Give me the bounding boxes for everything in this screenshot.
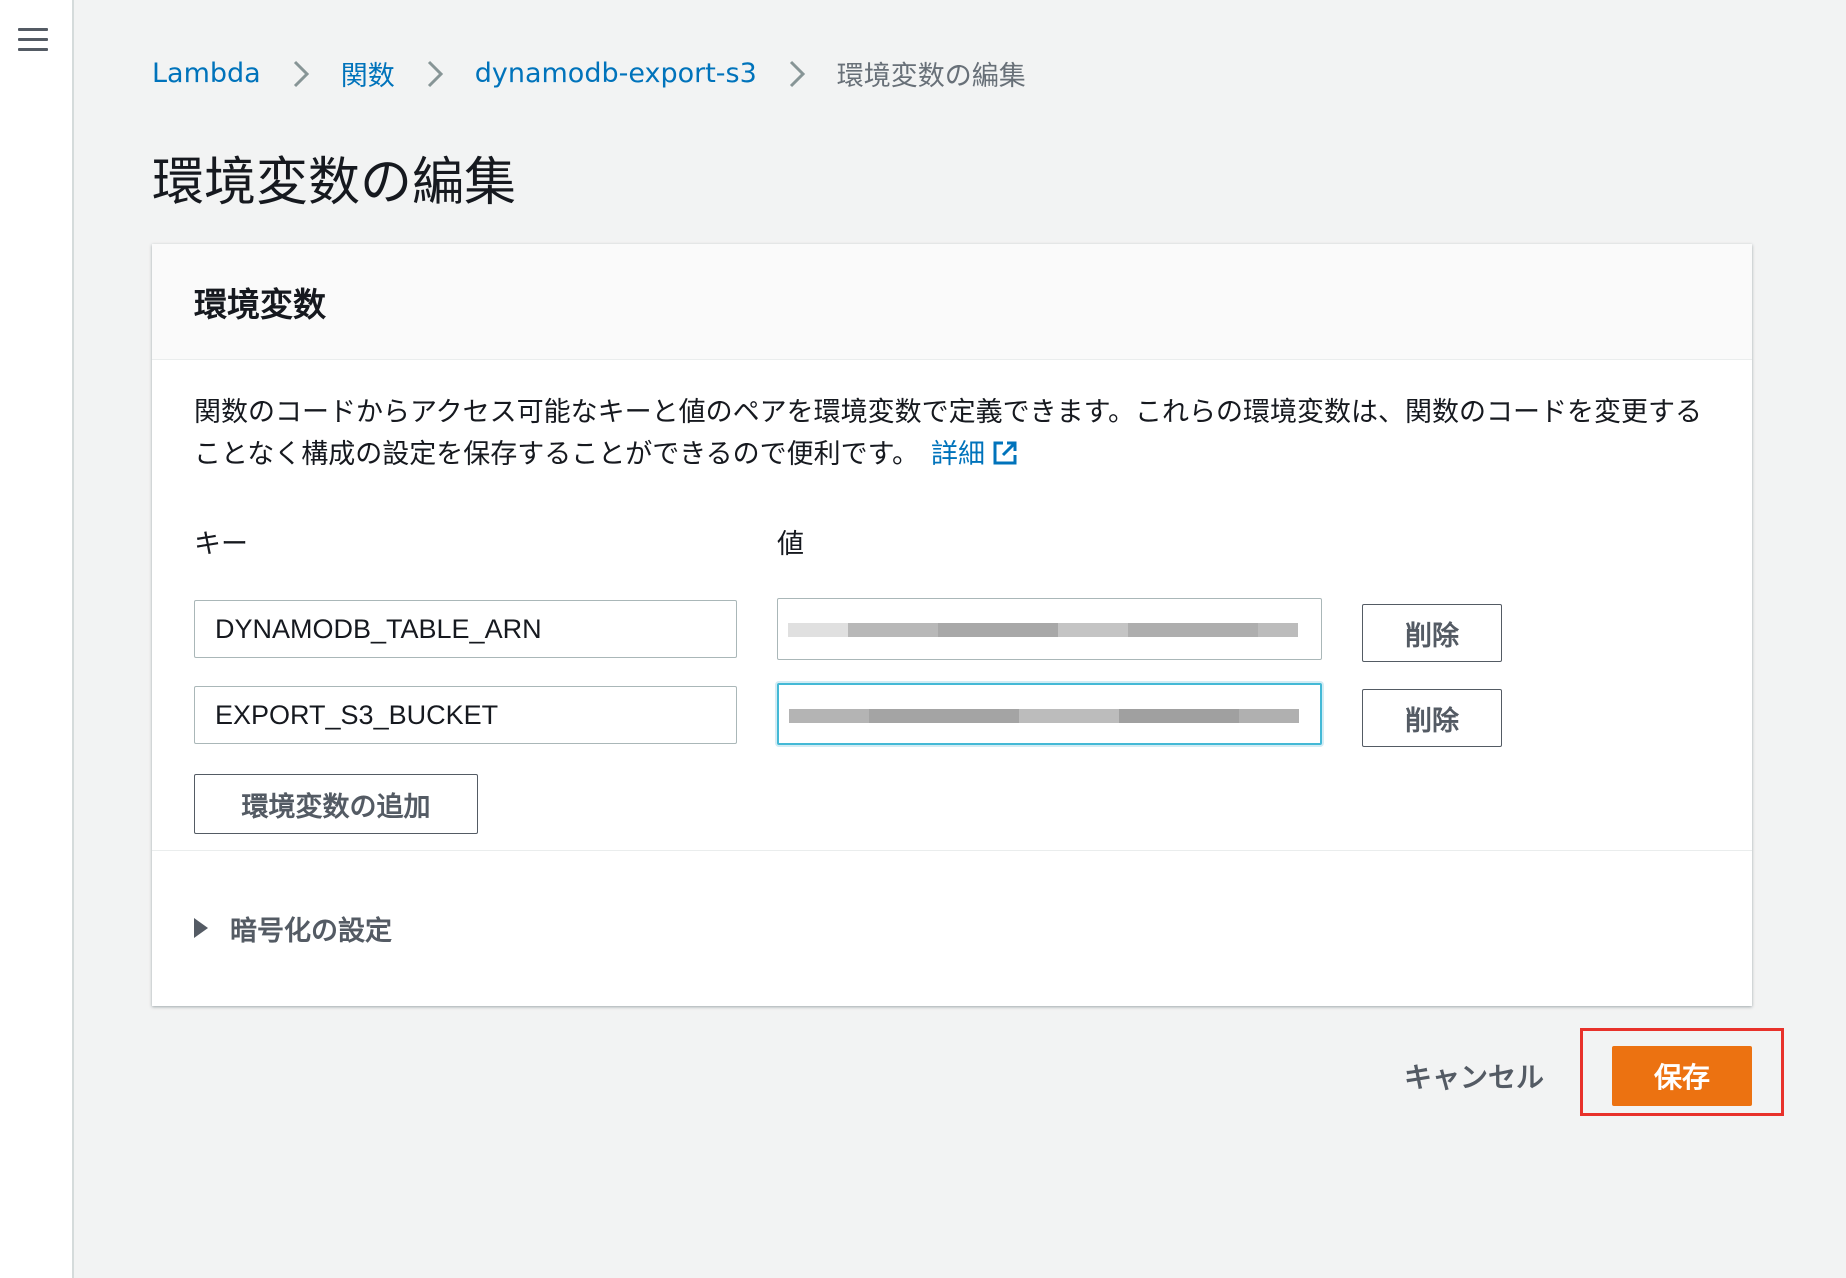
redaction-block xyxy=(938,623,1058,637)
page-title: 環境変数の編集 xyxy=(152,153,517,213)
save-button[interactable]: 保存 xyxy=(1612,1046,1752,1106)
external-link-icon xyxy=(993,441,1017,465)
add-environment-variable-button[interactable]: 環境変数の追加 xyxy=(194,774,478,834)
redaction-block xyxy=(1239,709,1299,723)
redaction-block xyxy=(1019,709,1119,723)
remove-button[interactable]: 削除 xyxy=(1362,604,1502,662)
environment-variables-panel: 環境変数 関数のコードからアクセス可能なキーと値のペアを環境変数で定義できます。… xyxy=(152,244,1752,1006)
value-column-label: 値 xyxy=(777,529,804,560)
caret-right-icon xyxy=(194,918,208,938)
panel-header: 環境変数 xyxy=(152,244,1752,360)
redaction-block xyxy=(869,709,1019,723)
encryption-settings-label: 暗号化の設定 xyxy=(230,915,392,947)
redaction-block xyxy=(789,709,869,723)
env-key-input[interactable] xyxy=(194,600,737,658)
redaction-block xyxy=(848,623,938,637)
breadcrumb-functions[interactable]: 関数 xyxy=(341,54,395,93)
cancel-button[interactable]: キャンセル xyxy=(1394,1048,1554,1104)
panel-title: 環境変数 xyxy=(194,284,326,324)
env-value-input-redacted[interactable] xyxy=(777,683,1322,745)
breadcrumb: Lambda 関数 dynamodb-export-s3 環境変数の編集 xyxy=(152,54,1026,93)
redaction-block xyxy=(1258,623,1298,637)
redaction-block xyxy=(788,623,848,637)
redaction-block xyxy=(1128,623,1258,637)
breadcrumb-current: 環境変数の編集 xyxy=(836,61,1026,92)
chevron-right-icon xyxy=(789,60,805,87)
remove-button[interactable]: 削除 xyxy=(1362,689,1502,747)
env-value-input-redacted[interactable] xyxy=(777,598,1322,660)
hamburger-menu-icon[interactable] xyxy=(18,28,48,54)
chevron-right-icon xyxy=(427,60,443,87)
redaction-block xyxy=(1119,709,1239,723)
chevron-right-icon xyxy=(293,60,309,87)
encryption-settings-expander[interactable]: 暗号化の設定 xyxy=(152,851,1752,1005)
panel-description: 関数のコードからアクセス可能なキーと値のペアを環境変数で定義できます。これらの環… xyxy=(194,392,1724,476)
side-navigation xyxy=(0,0,74,1278)
learn-more-link[interactable]: 詳細 xyxy=(931,439,1019,470)
key-column-label: キー xyxy=(194,529,248,560)
breadcrumb-function-name[interactable]: dynamodb-export-s3 xyxy=(475,58,757,89)
learn-more-label: 詳細 xyxy=(930,439,985,470)
breadcrumb-lambda[interactable]: Lambda xyxy=(152,58,261,89)
env-key-input[interactable] xyxy=(194,686,737,744)
redaction-block xyxy=(1058,623,1128,637)
panel-body: 関数のコードからアクセス可能なキーと値のペアを環境変数で定義できます。これらの環… xyxy=(152,360,1752,851)
